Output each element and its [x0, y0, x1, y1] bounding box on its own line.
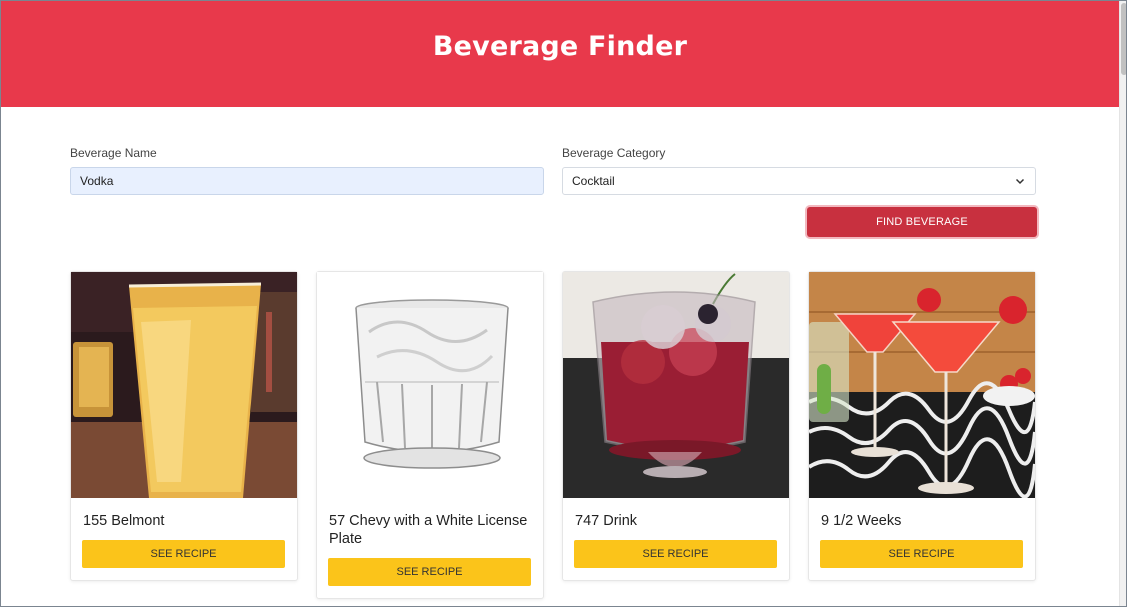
page-title: Beverage Finder — [432, 31, 688, 62]
scrollbar-thumb[interactable] — [1121, 3, 1126, 75]
beverage-card: 57 Chevy with a White License Plate SEE … — [316, 271, 544, 599]
beverage-title: 747 Drink — [575, 513, 638, 529]
beverage-category-label: Beverage Category — [562, 146, 666, 160]
beverage-category-value: Cocktail — [572, 174, 615, 188]
app-window: Beverage Finder Beverage Name Vodka Beve… — [0, 0, 1127, 607]
beverage-title: 9 1/2 Weeks — [821, 513, 902, 529]
beverage-card: 747 Drink SEE RECIPE — [562, 271, 790, 581]
see-recipe-button[interactable]: SEE RECIPE — [82, 540, 285, 568]
beverage-title: 57 Chevy with a White License Plate — [329, 513, 528, 547]
beverage-name-input[interactable]: Vodka — [70, 167, 544, 195]
see-recipe-button[interactable]: SEE RECIPE — [328, 558, 531, 586]
beverage-title: 155 Belmont — [83, 513, 165, 529]
beverage-image[interactable] — [71, 272, 297, 498]
beverage-image[interactable] — [317, 272, 543, 498]
see-recipe-button[interactable]: SEE RECIPE — [820, 540, 1023, 568]
chevron-down-icon — [1015, 178, 1025, 185]
beverage-image[interactable] — [809, 272, 1035, 498]
beverage-card: 155 Belmont SEE RECIPE — [70, 271, 298, 581]
beverage-image[interactable] — [563, 272, 789, 498]
beverage-card: 9 1/2 Weeks SEE RECIPE — [808, 271, 1036, 581]
beverage-name-value: Vodka — [80, 174, 114, 188]
vertical-scrollbar[interactable] — [1119, 1, 1126, 606]
beverage-category-select[interactable]: Cocktail — [562, 167, 1036, 195]
header-bar: Beverage Finder — [1, 1, 1119, 107]
see-recipe-button[interactable]: SEE RECIPE — [574, 540, 777, 568]
find-beverage-button[interactable]: FIND BEVERAGE — [807, 207, 1037, 237]
beverage-name-label: Beverage Name — [70, 146, 157, 160]
